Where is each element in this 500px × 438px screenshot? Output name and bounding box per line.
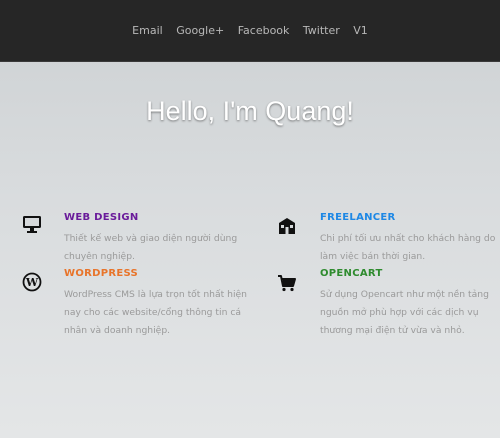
nav-email-link[interactable]: Email bbox=[132, 24, 163, 37]
nav-twitter-link[interactable]: Twitter bbox=[303, 24, 340, 37]
monitor-icon bbox=[23, 216, 41, 233]
top-nav: Email Google+ Facebook Twitter V1 bbox=[0, 24, 500, 37]
feature-title: WEB DESIGN bbox=[64, 212, 139, 223]
feature-title: OPENCART bbox=[320, 268, 383, 279]
feature-title: WORDPRESS bbox=[64, 268, 139, 279]
building-icon bbox=[279, 218, 295, 234]
wordpress-icon: W bbox=[22, 272, 42, 292]
hero-title: Hello, I'm Quang! bbox=[146, 96, 354, 126]
feature-description: Chi phí tối ưu nhất cho khách hàng do là… bbox=[320, 233, 496, 262]
nav-facebook-link[interactable]: Facebook bbox=[238, 24, 290, 37]
feature-description: WordPress CMS là lựa trọn tốt nhất hiện … bbox=[64, 289, 247, 336]
feature-description: Thiết kế web và giao diện người dùng chu… bbox=[64, 233, 238, 262]
cart-icon bbox=[278, 275, 296, 292]
feature-title: FREELANCER bbox=[320, 212, 396, 223]
svg-text:W: W bbox=[25, 276, 39, 289]
nav-v1-link[interactable]: V1 bbox=[353, 24, 368, 37]
feature-description: Sử dụng Opencart như một nền tảng nguồn … bbox=[320, 289, 489, 336]
top-bar: Email Google+ Facebook Twitter V1 bbox=[0, 0, 500, 62]
nav-googleplus-link[interactable]: Google+ bbox=[176, 24, 224, 37]
